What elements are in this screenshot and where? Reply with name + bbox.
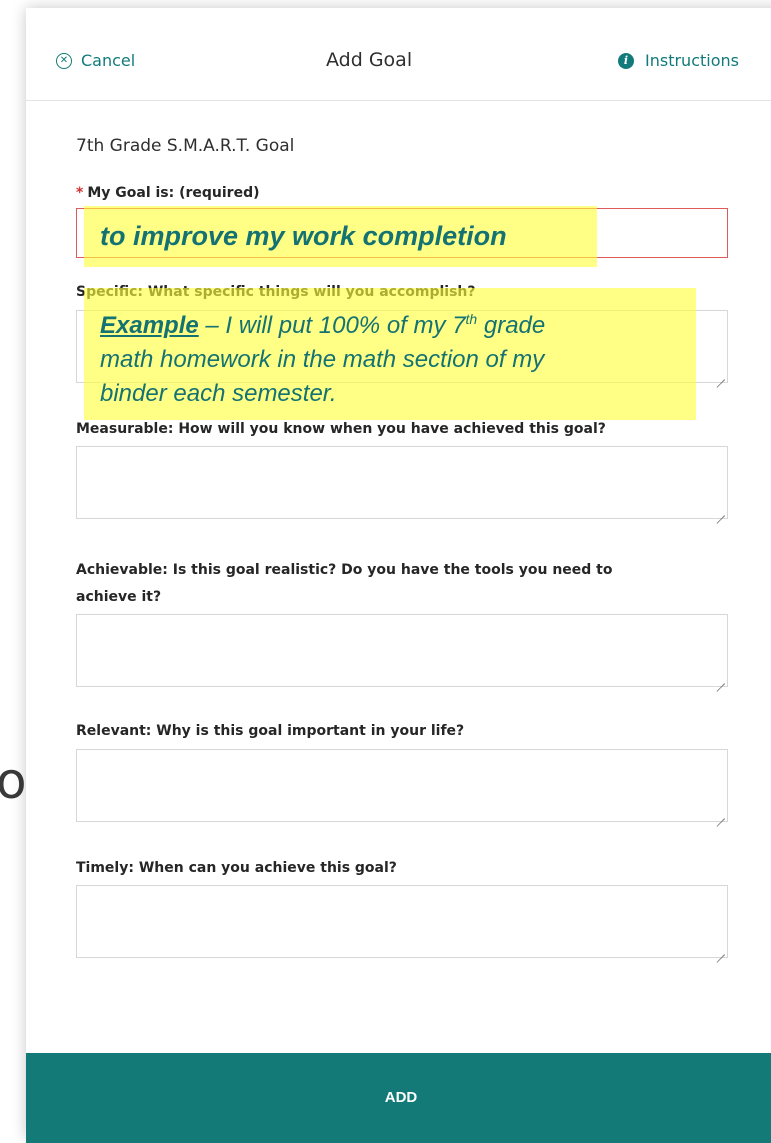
measurable-label: Measurable: How will you know when you h… [76,421,606,437]
goal-value: to improve my work completion [100,221,507,251]
specific-example: Example – I will put 100% of my 7th grad… [100,311,546,407]
add-label: ADD [384,1089,418,1106]
relevant-textarea[interactable] [76,749,728,822]
cancel-label: Cancel [81,51,136,70]
timely-label: Timely: When can you achieve this goal? [76,860,397,876]
required-marker: * [76,185,84,201]
resize-handle[interactable] [717,947,725,955]
add-goal-modal: ✕ Cancel Add Goal i Instructions 7th Gra… [26,8,771,1143]
form-title: 7th Grade S.M.A.R.T. Goal [76,136,295,156]
instructions-button[interactable]: i Instructions [618,51,739,70]
modal-header: ✕ Cancel Add Goal i Instructions [26,8,771,101]
modal-title: Add Goal [326,49,413,71]
measurable-textarea[interactable] [76,446,728,519]
achievable-label: Achievable: Is this goal realistic? Do y… [76,562,613,605]
resize-handle[interactable] [717,676,725,684]
relevant-label: Relevant: Why is this goal important in … [76,723,465,739]
goal-label: * My Goal is: (required) [76,185,260,201]
resize-handle[interactable] [717,372,725,380]
close-circle-icon: ✕ [56,52,72,69]
cancel-button[interactable]: ✕ Cancel [56,51,135,70]
resize-handle[interactable] [717,811,725,819]
achievable-textarea[interactable] [76,614,728,687]
example-word: Example [100,312,199,339]
timely-textarea[interactable] [76,885,728,958]
add-button[interactable]: ADD [26,1053,771,1143]
instructions-label: Instructions [645,51,739,70]
info-circle-icon: i [618,52,634,69]
resize-handle[interactable] [717,508,725,516]
